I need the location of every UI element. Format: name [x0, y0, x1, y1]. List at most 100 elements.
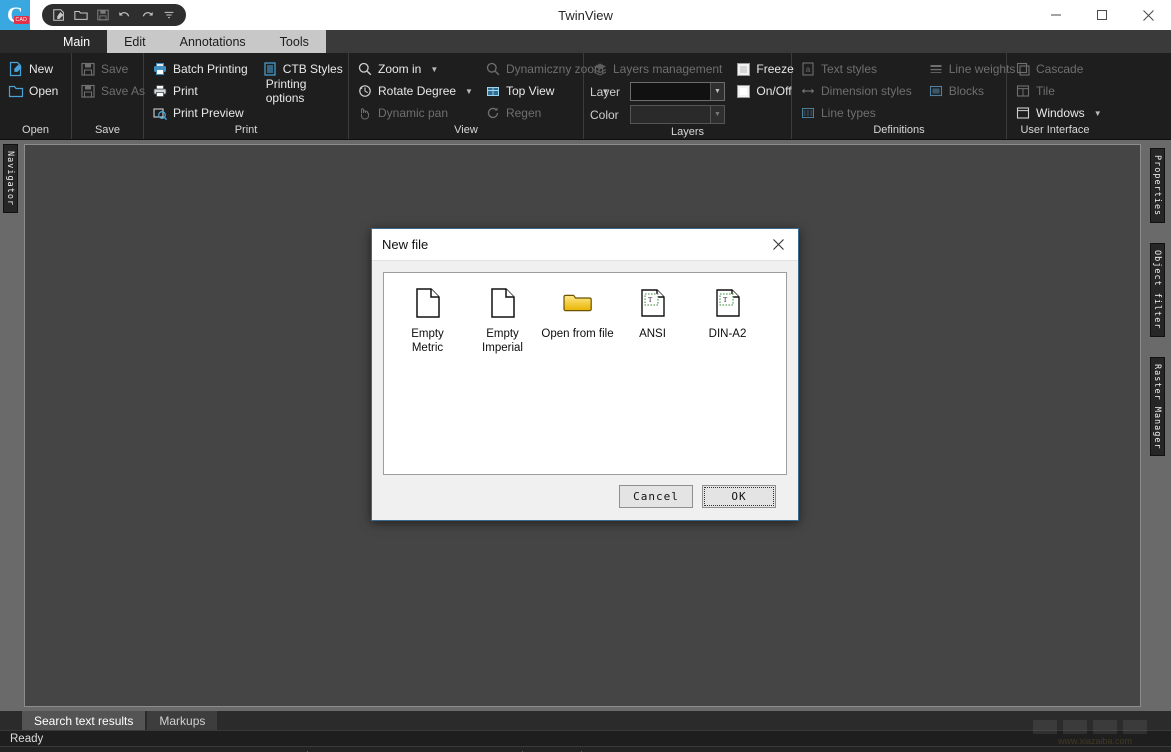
rectangle-icon[interactable] — [493, 749, 515, 752]
undo-icon[interactable] — [118, 8, 132, 22]
save-icon[interactable] — [96, 8, 110, 22]
dynamic-pan-button[interactable]: Dynamic pan — [355, 102, 479, 124]
line-types-button[interactable]: Line types — [798, 102, 918, 124]
freeze-checkbox-row[interactable]: Freeze — [737, 58, 794, 80]
new-icon[interactable] — [52, 8, 66, 22]
dialog-close-button[interactable] — [758, 229, 798, 260]
layers-management-button[interactable]: Layers management — [590, 58, 728, 80]
close-button[interactable] — [1125, 0, 1171, 30]
template-item-ansi[interactable]: T ANSI — [615, 285, 690, 356]
bottom-tabstrip: Search text results Markups — [0, 711, 1171, 730]
ok-button[interactable]: OK — [702, 485, 776, 508]
color-swatch-icon[interactable] — [589, 749, 611, 752]
cascade-button[interactable]: Cascade — [1013, 58, 1108, 80]
open-folder-icon — [8, 83, 24, 99]
tab-markups[interactable]: Markups — [147, 711, 218, 730]
svg-text:a: a — [806, 65, 811, 74]
cancel-button[interactable]: Cancel — [619, 485, 693, 508]
sidebar-item-raster-manager[interactable]: Raster Manager — [1150, 356, 1165, 457]
text-styles-label: Text styles — [821, 62, 878, 76]
dimension-styles-button[interactable]: Dimension styles — [798, 80, 918, 102]
tab-search-text-results[interactable]: Search text results — [22, 711, 146, 730]
text-styles-button[interactable]: a Text styles — [798, 58, 918, 80]
left-dock: Navigator — [0, 140, 21, 711]
minimize-button[interactable] — [1033, 0, 1079, 30]
blank-document-icon — [488, 287, 518, 322]
onoff-checkbox[interactable] — [737, 84, 751, 98]
dynamic-pan-label: Dynamic pan — [378, 106, 449, 120]
sidebar-item-properties[interactable]: Properties — [1150, 148, 1165, 224]
ctb-styles-label: CTB Styles — [282, 62, 343, 76]
sidebar-item-object-filter[interactable]: Object filter — [1150, 243, 1165, 337]
ortho-angle-icon[interactable] — [471, 749, 493, 752]
tile-button[interactable]: Tile — [1013, 80, 1108, 102]
status-text: Ready — [10, 732, 44, 745]
batch-printing-label: Batch Printing — [173, 62, 248, 76]
tab-edit[interactable]: Edit — [107, 30, 163, 53]
layer-combobox[interactable]: ▼ — [630, 82, 725, 101]
save-as-button[interactable]: Save As — [78, 80, 151, 102]
print-preview-icon — [152, 105, 168, 121]
ribbon-group-layers: Layers management Layer ▼ Color ▼ Freeze… — [584, 53, 794, 139]
ribbon-group-layers-title: Layers — [670, 126, 705, 138]
color-row: Color ▼ — [590, 103, 728, 126]
chevron-down-icon[interactable]: ▼ — [710, 83, 724, 100]
customize-icon[interactable] — [162, 8, 176, 22]
freeze-checkbox[interactable] — [737, 62, 751, 76]
onoff-label: On/Off — [756, 84, 792, 98]
tab-main[interactable]: Main — [46, 30, 108, 53]
chevron-down-icon[interactable]: ▼ — [430, 65, 438, 74]
save-as-disk-icon — [80, 83, 96, 99]
open-button[interactable]: Open — [6, 80, 64, 102]
print-button[interactable]: Print — [150, 80, 254, 102]
open-folder-icon — [561, 287, 595, 322]
tab-tools[interactable]: Tools — [263, 30, 326, 53]
zoom-in-button[interactable]: Zoom in ▼ — [355, 58, 479, 80]
color-combobox[interactable]: ▼ — [630, 105, 725, 124]
print-preview-button[interactable]: Print Preview — [150, 102, 254, 124]
template-item-empty-imperial[interactable]: Empty Imperial — [465, 285, 540, 356]
template-item-empty-metric[interactable]: Empty Metric — [390, 285, 465, 356]
redo-icon[interactable] — [140, 8, 154, 22]
blank-document-icon — [413, 287, 443, 322]
template-list[interactable]: Empty Metric Empty Imperial Open from fi… — [383, 272, 787, 475]
sidebar-item-navigator[interactable]: Navigator — [3, 144, 18, 214]
ribbon-group-definitions: a Text styles Dimension styles Line type… — [792, 53, 1015, 139]
measure-tool-icon[interactable] — [530, 749, 552, 752]
onoff-checkbox-row[interactable]: On/Off — [737, 80, 793, 102]
save-disk-icon — [80, 61, 96, 77]
windows-icon — [1015, 105, 1031, 121]
chevron-down-icon[interactable]: ▼ — [465, 87, 473, 96]
blocks-icon — [928, 83, 944, 99]
template-item-open-from-file[interactable]: Open from file — [540, 285, 615, 356]
layer-label: Layer — [590, 84, 621, 99]
maximize-button[interactable] — [1079, 0, 1125, 30]
layer-shape-icon[interactable] — [622, 749, 644, 752]
save-button[interactable]: Save — [78, 58, 151, 80]
chevron-down-icon[interactable]: ▼ — [1094, 109, 1102, 118]
ribbon-group-view: Zoom in ▼ Rotate Degree ▼ Dynamic pan Dy… — [349, 53, 609, 139]
ribbon-group-print: Batch Printing Print Print Preview CTB S… — [144, 53, 349, 139]
rotate-degree-button[interactable]: Rotate Degree ▼ — [355, 80, 479, 102]
template-item-din-a2[interactable]: T DIN-A2 — [690, 285, 765, 356]
layers-stack-icon — [592, 61, 608, 77]
template-label-line1: Open from file — [541, 328, 614, 340]
windows-button[interactable]: Windows ▼ — [1013, 102, 1108, 124]
open-icon[interactable] — [74, 8, 88, 22]
top-view-label: Top View — [505, 84, 555, 98]
lineweight-icon[interactable] — [552, 749, 574, 752]
layer-row: Layer ▼ — [590, 80, 728, 103]
top-view-cube-icon — [485, 83, 501, 99]
batch-printing-button[interactable]: Batch Printing — [150, 58, 254, 80]
printing-options-button[interactable]: Printing options — [260, 77, 349, 105]
new-button[interactable]: New — [6, 58, 64, 80]
new-file-dialog: New file Empty Metric Empty Imperial Ope… — [371, 228, 799, 521]
template-document-icon: T — [713, 287, 743, 322]
grid-icon[interactable] — [449, 749, 471, 752]
title-bar: C CAD TwinView — [0, 0, 1171, 30]
template-document-icon: T — [638, 287, 668, 322]
tab-annotations[interactable]: Annotations — [163, 30, 263, 53]
chevron-down-icon[interactable]: ▼ — [710, 106, 724, 123]
snap-icon[interactable] — [427, 749, 449, 752]
line-types-label: Line types — [821, 106, 876, 120]
